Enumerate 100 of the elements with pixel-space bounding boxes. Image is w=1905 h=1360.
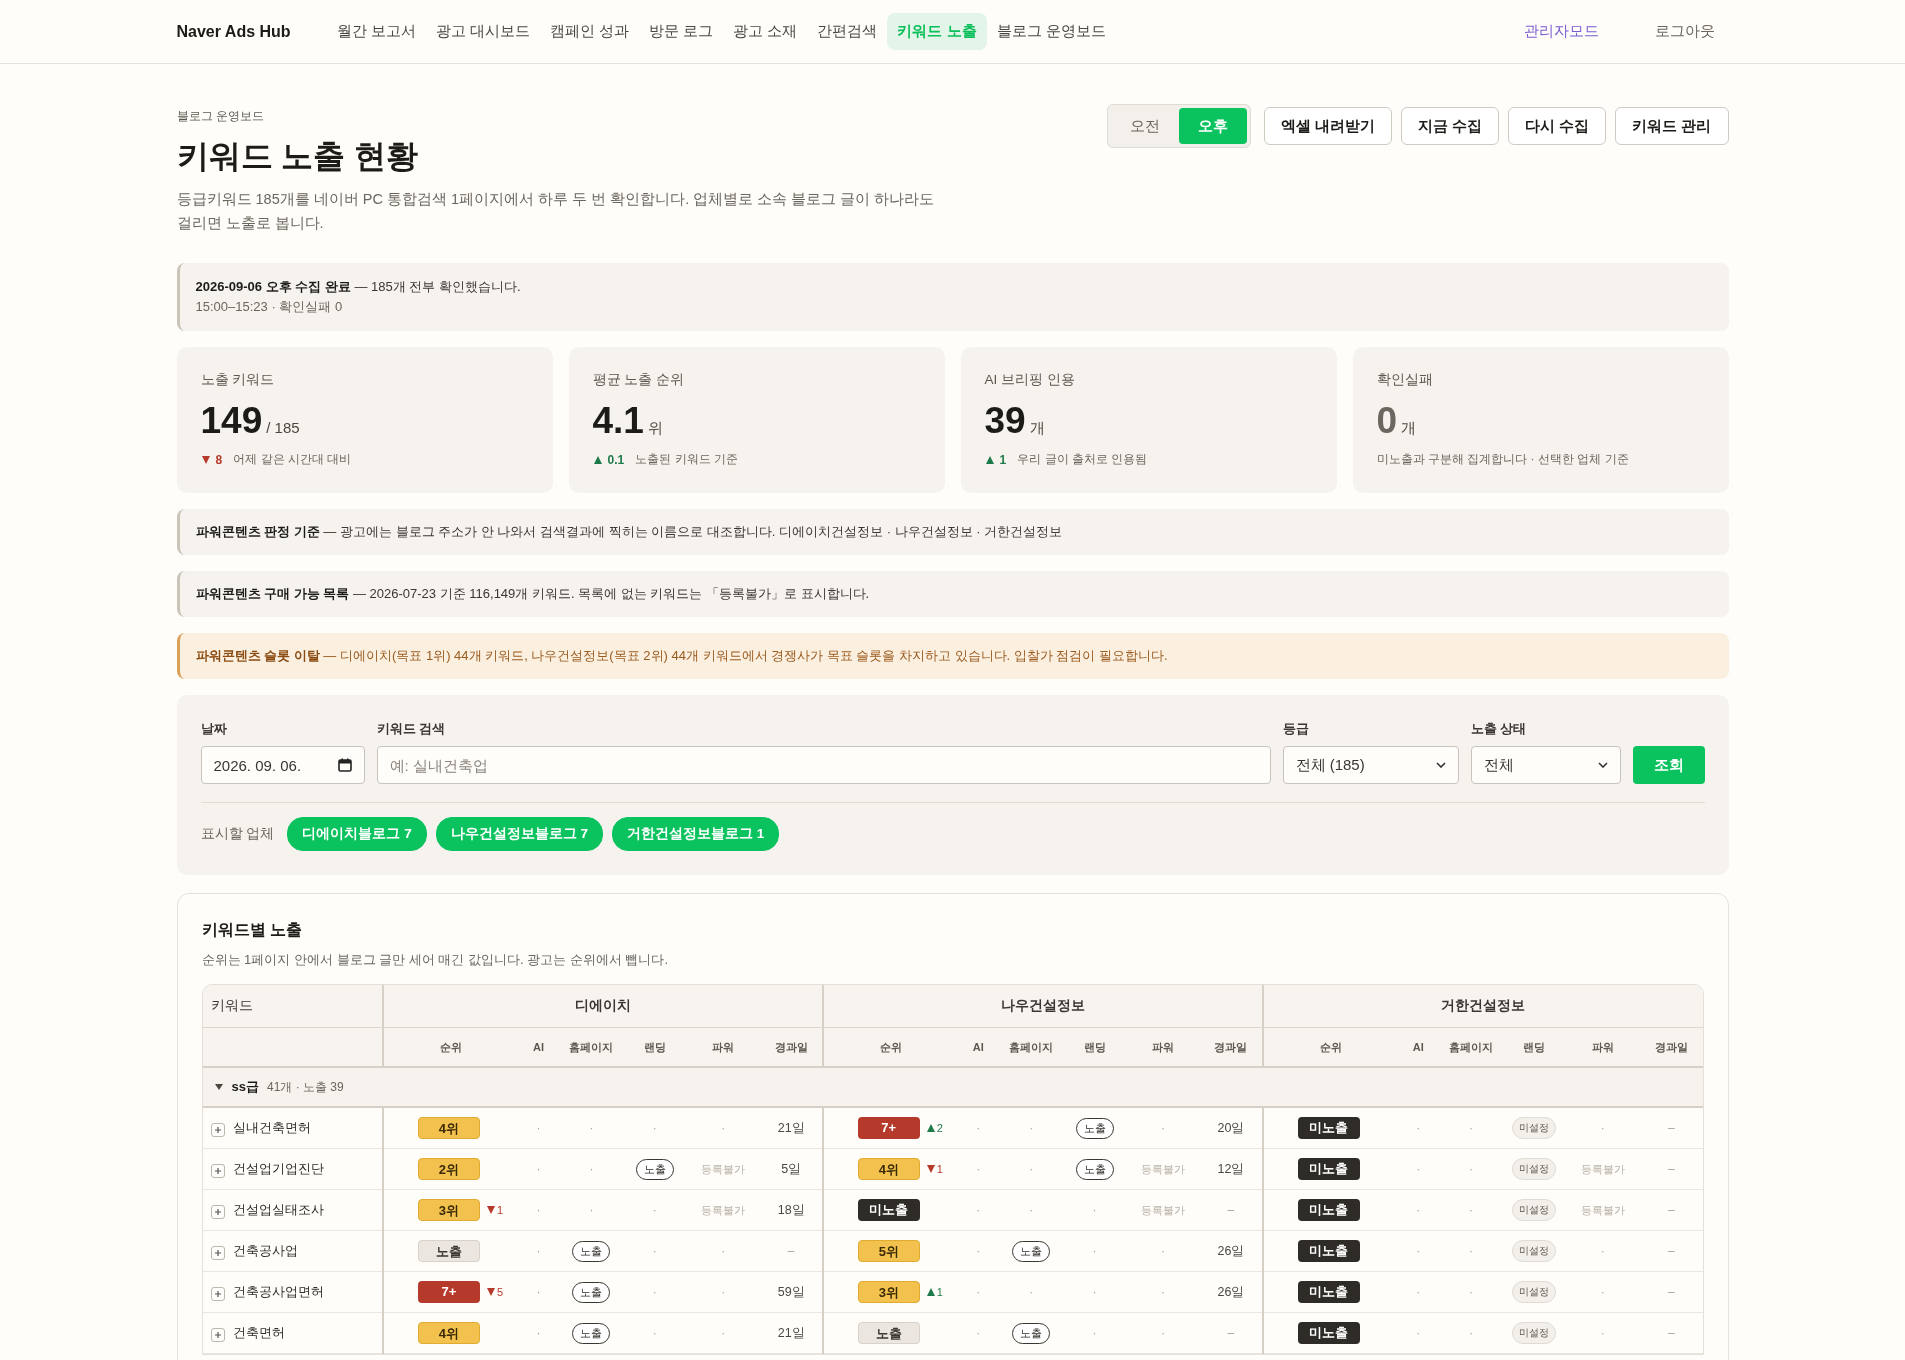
stat-label: AI 브리핑 인용: [984, 371, 1076, 389]
empty-mark: ·: [1416, 1244, 1421, 1258]
empty-mark: ·: [652, 1203, 657, 1217]
empty-mark: ·: [976, 1244, 981, 1258]
rank-badge: 7+: [418, 1281, 480, 1303]
empty-mark: –: [787, 1244, 795, 1258]
expand-button[interactable]: [210, 1164, 225, 1178]
stat-unit: / 185: [266, 419, 300, 436]
column-header: 순위: [879, 1040, 902, 1053]
expand-button[interactable]: [210, 1287, 225, 1301]
expand-button[interactable]: [210, 1205, 225, 1219]
empty-mark: ·: [1469, 1326, 1474, 1340]
empty-mark: ·: [721, 1326, 726, 1340]
unset-tag: 미설정: [1512, 1281, 1557, 1303]
empty-mark: ·: [589, 1162, 594, 1176]
keyword-text: 건설업실태조사: [232, 1201, 324, 1219]
app-brand[interactable]: Naver Ads Hub: [176, 22, 291, 41]
column-header: 파워: [1151, 1040, 1174, 1053]
stat-note: 노출된 키워드 기준: [635, 451, 738, 468]
empty-mark: ·: [536, 1162, 541, 1176]
unavailable-text: 등록불가: [1580, 1162, 1625, 1175]
nav-tab[interactable]: 간편검색: [807, 13, 888, 50]
unavailable-text: 등록불가: [1580, 1203, 1625, 1216]
column-header: 랜딩: [1523, 1040, 1546, 1053]
rank-badge: 2위: [418, 1158, 480, 1180]
section-heading: 키워드별 노출: [201, 920, 303, 940]
column-header: 경과일: [1654, 1040, 1688, 1053]
stat-delta: 0.1: [607, 452, 625, 467]
nav-link[interactable]: 관리자모드: [1523, 22, 1599, 41]
empty-mark: ·: [1029, 1285, 1034, 1299]
empty-mark: ·: [976, 1285, 981, 1299]
nav-tab[interactable]: 광고 대시보드: [425, 13, 540, 50]
date-field[interactable]: 2026. 09. 06.: [200, 746, 365, 784]
unavailable-text: 등록불가: [1140, 1203, 1185, 1216]
empty-mark: ·: [1416, 1285, 1421, 1299]
keyword-text: 건설업기업진단: [232, 1160, 324, 1178]
stat-unit: 개: [1401, 419, 1417, 438]
empty-mark: ·: [1469, 1203, 1474, 1217]
empty-mark: ·: [1092, 1285, 1097, 1299]
rank-badge: 미노출: [1297, 1322, 1360, 1344]
action-button[interactable]: 엑셀 내려받기: [1264, 107, 1393, 145]
keyword-text: 실내건축면허: [232, 1119, 311, 1137]
field-label: 날짜: [200, 721, 228, 738]
plus-icon: [213, 1249, 222, 1257]
period-toggle[interactable]: 오전: [1111, 108, 1180, 144]
unavailable-text: 등록불가: [701, 1203, 746, 1216]
rank-badge: 미노출: [1297, 1158, 1360, 1180]
filter-label: 표시할 업체: [200, 825, 275, 843]
field-label: 노출 상태: [1470, 721, 1527, 738]
action-button[interactable]: 다시 수집: [1508, 107, 1607, 145]
exposed-tag: 노출: [1075, 1158, 1114, 1180]
empty-mark: –: [1227, 1326, 1235, 1340]
section-summary: 41개 · 노출 39: [266, 1078, 344, 1096]
empty-mark: ·: [1160, 1285, 1165, 1299]
calendar-icon[interactable]: [337, 758, 352, 772]
plus-icon: [213, 1167, 222, 1175]
expand-button[interactable]: [210, 1328, 225, 1342]
column-header: 홈페이지: [1009, 1040, 1054, 1053]
rank-change: 5: [497, 1286, 504, 1298]
collapse-triangle-icon[interactable]: [213, 1083, 224, 1091]
exposed-tag: 노출: [1012, 1240, 1051, 1262]
empty-mark: ·: [976, 1203, 981, 1217]
keyword-text: 건축면허: [232, 1324, 285, 1342]
expand-button[interactable]: [210, 1246, 225, 1260]
nav-tab[interactable]: 캠페인 성과: [539, 13, 640, 50]
column-header: 경과일: [1214, 1040, 1248, 1053]
rank-change: 2: [936, 1122, 943, 1134]
plus-icon: [213, 1331, 222, 1339]
field-label: 등급: [1282, 721, 1310, 738]
rank-badge: 미노출: [1297, 1240, 1360, 1262]
stat-unit: 개: [1029, 419, 1045, 438]
nav-link[interactable]: 로그아웃: [1654, 22, 1715, 41]
rank-badge: 3위: [418, 1199, 480, 1221]
page-description: 등급키워드 185개를 네이버 PC 통합검색 1페이지에서 하루 두 번 확인합니다. 업체별로 소속 블로그 글이 하나라도 걸리면 노출로 봅니다.: [176, 190, 936, 233]
notice-subtext: 15:00–15:23 · 확인실패 0: [195, 298, 344, 316]
column-header: 순위: [439, 1040, 462, 1053]
nav-tab[interactable]: 방문 로그: [639, 13, 724, 50]
grade-select[interactable]: 전체 (185): [1282, 746, 1459, 784]
empty-mark: ·: [1160, 1244, 1165, 1258]
rank-badge: 미노출: [1297, 1281, 1360, 1303]
keyword-search-field[interactable]: 예: 실내건축업: [376, 746, 1271, 784]
nav-tab[interactable]: 광고 소재: [723, 13, 808, 50]
column-header: 파워: [1591, 1040, 1614, 1053]
rank-change: 1: [936, 1163, 943, 1175]
exposed-tag: 노출: [572, 1322, 611, 1344]
nav-tab[interactable]: 블로그 운영보드: [986, 13, 1116, 50]
breadcrumb[interactable]: 블로그 운영보드: [176, 108, 967, 125]
action-button[interactable]: 지금 수집: [1401, 107, 1500, 145]
exposure-select[interactable]: 전체: [1470, 746, 1621, 784]
expand-button[interactable]: [210, 1123, 225, 1137]
empty-mark: ·: [652, 1121, 657, 1135]
stat-note: 우리 글이 출처로 인용됨: [1017, 451, 1148, 468]
action-button[interactable]: 키워드 관리: [1615, 107, 1729, 145]
empty-mark: ·: [1029, 1121, 1034, 1135]
stat-unit: 위: [647, 419, 663, 438]
empty-mark: ·: [1160, 1326, 1165, 1340]
nav-tab[interactable]: 월간 보고서: [326, 13, 426, 50]
empty-mark: ·: [536, 1121, 541, 1135]
stat-value: 0: [1376, 401, 1398, 441]
empty-mark: ·: [652, 1285, 657, 1299]
